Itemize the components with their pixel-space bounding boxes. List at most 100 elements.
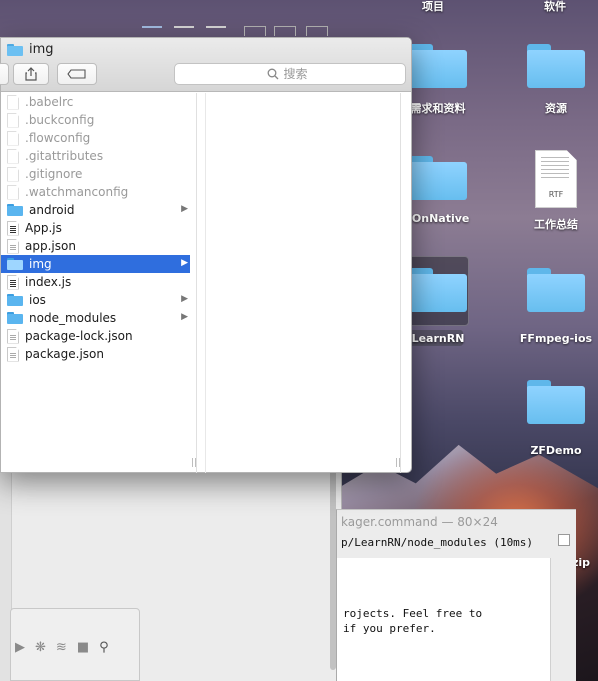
row-label: App.js	[25, 221, 62, 235]
file-row[interactable]: .buckconfig	[1, 111, 190, 129]
file-row[interactable]: app.json	[1, 237, 190, 255]
tags-button[interactable]	[57, 63, 97, 85]
disclosure-arrow-icon: ▶	[181, 312, 188, 322]
file-row[interactable]: .babelrc	[1, 93, 190, 111]
folder-icon	[409, 156, 467, 200]
folder-icon	[7, 258, 23, 270]
finder-column-1[interactable]: .babelrc .buckconfig .flowconfig .gitattrib…	[1, 93, 197, 473]
row-label: android	[29, 203, 75, 217]
background-window-toolbar	[134, 26, 334, 36]
search-icon	[267, 68, 278, 80]
document-icon	[7, 238, 19, 254]
terminal-status-line: p/LearnRN/node_modules (10ms)	[341, 536, 534, 549]
terminal-line: if you prefer.	[343, 622, 436, 635]
folder-icon	[527, 268, 585, 312]
row-label: .gitignore	[25, 167, 83, 181]
play-icon[interactable]: ▶	[15, 640, 25, 655]
desktop-item-label: 项目	[422, 0, 444, 13]
folder-row[interactable]: android ▶	[1, 201, 190, 219]
file-row[interactable]: index.js	[1, 273, 190, 291]
row-label: .gitattributes	[25, 149, 104, 163]
desktop-folder-zfdemo[interactable]: ZFDemo	[508, 380, 598, 457]
document-icon	[7, 130, 19, 146]
finder-window: img .babelrc .buckconfig .flowconfig .gitat…	[0, 37, 412, 473]
terminal-output[interactable]: rojects. Feel free to if you prefer.	[337, 558, 551, 681]
document-icon	[7, 184, 19, 200]
folder-row[interactable]: node_modules ▶	[1, 309, 190, 327]
file-row[interactable]: .watchmanconfig	[1, 183, 190, 201]
finder-column-2[interactable]	[205, 93, 401, 473]
file-row[interactable]: .gitignore	[1, 165, 190, 183]
file-row[interactable]: .gitattributes	[1, 147, 190, 165]
window-title: img	[7, 42, 54, 57]
desktop-item-label: 软件	[544, 0, 566, 13]
share-icon	[25, 67, 37, 81]
row-label: package-lock.json	[25, 329, 133, 343]
step-icon[interactable]: ≋	[56, 640, 67, 655]
tag-icon	[67, 69, 86, 79]
column-resize-handle[interactable]: ||	[395, 458, 401, 470]
search-field[interactable]	[174, 63, 406, 85]
row-label: .watchmanconfig	[25, 185, 129, 199]
desktop-item-label: FFmpeg-ios	[519, 332, 593, 345]
row-label: node_modules	[29, 311, 117, 325]
folder-icon	[409, 268, 467, 312]
row-label: .flowconfig	[25, 131, 91, 145]
folder-icon	[7, 312, 23, 324]
desktop-item-ruanjian[interactable]: 软件	[507, 0, 598, 14]
document-icon	[7, 148, 19, 164]
file-row[interactable]: .flowconfig	[1, 129, 190, 147]
row-label: .babelrc	[25, 95, 74, 109]
search-input[interactable]	[283, 67, 314, 81]
row-label: app.json	[25, 239, 76, 253]
desktop-item-label: 工作总结	[534, 218, 578, 231]
desktop-item-label: ZFDemo	[530, 444, 582, 457]
document-icon	[7, 112, 19, 128]
rtf-document-icon: RTF	[535, 150, 577, 208]
terminal-line: rojects. Feel free to	[343, 607, 483, 620]
document-icon	[7, 94, 19, 110]
window-title-text: img	[29, 42, 54, 57]
bug-icon[interactable]: ❋	[35, 640, 46, 655]
terminal-scroll-button[interactable]	[558, 534, 570, 546]
debug-toolbar: ▶ ❋ ≋ ■ ⚲	[10, 608, 140, 681]
rtf-tag: RTF	[548, 190, 564, 199]
folder-icon	[7, 294, 23, 306]
desktop-folder-ziyuan[interactable]: 资源	[508, 44, 598, 116]
js-file-icon	[7, 274, 19, 290]
js-file-icon	[7, 220, 19, 236]
folder-icon	[527, 44, 585, 88]
finder-toolbar: img	[0, 38, 411, 92]
disclosure-arrow-icon: ▶	[181, 204, 188, 214]
stop-icon[interactable]: ■	[77, 640, 89, 655]
file-row[interactable]: App.js	[1, 219, 190, 237]
search-icon[interactable]: ⚲	[99, 640, 109, 655]
folder-row[interactable]: ios ▶	[1, 291, 190, 309]
folder-icon	[7, 204, 23, 216]
document-icon	[7, 346, 19, 362]
folder-icon	[527, 380, 585, 424]
share-button[interactable]	[13, 63, 49, 85]
row-label: img	[29, 257, 52, 271]
row-label: package.json	[25, 347, 105, 361]
disclosure-arrow-icon: ▶	[181, 258, 188, 268]
back-button[interactable]	[0, 63, 9, 85]
desktop-folder-ffmpeg[interactable]: FFmpeg-ios	[508, 268, 598, 345]
column-resize-handle[interactable]: ||	[191, 458, 197, 470]
desktop-file-gongzuozongjie[interactable]: RTF 工作总结	[508, 150, 598, 232]
desktop-item-xiangmu[interactable]: 项目	[385, 0, 481, 14]
document-icon	[7, 166, 19, 182]
file-row[interactable]: package-lock.json	[1, 327, 190, 345]
terminal-title: kager.command — 80×24	[341, 515, 498, 529]
row-label: ios	[29, 293, 46, 307]
row-label: index.js	[25, 275, 72, 289]
disclosure-arrow-icon: ▶	[181, 294, 188, 304]
folder-row[interactable]: img ▶	[1, 255, 190, 273]
folder-icon	[409, 44, 467, 88]
file-row[interactable]: package.json	[1, 345, 190, 363]
desktop-item-label: 资源	[545, 102, 567, 115]
document-icon	[7, 328, 19, 344]
row-label: .buckconfig	[25, 113, 95, 127]
terminal-window: kager.command — 80×24 p/LearnRN/node_mod…	[336, 509, 576, 681]
folder-icon	[7, 43, 23, 56]
